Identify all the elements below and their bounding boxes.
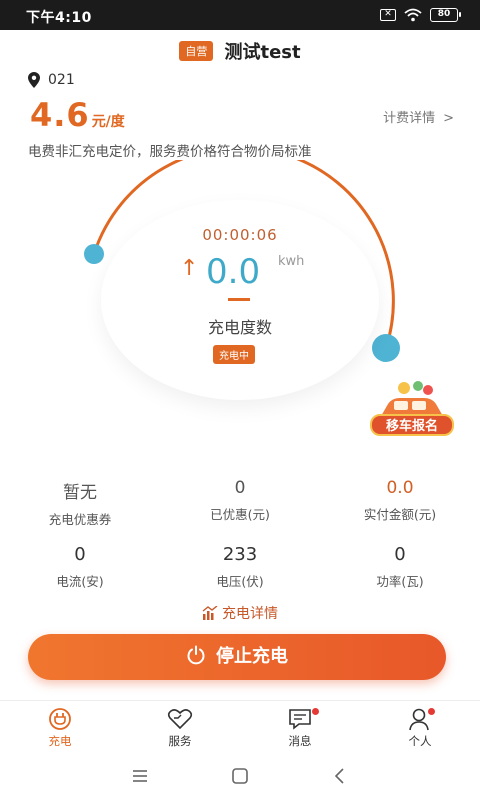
bottom-nav: 充电 服务 消息 个人	[0, 700, 480, 752]
stat-label: 电流(安)	[56, 574, 104, 589]
kwh-unit: kwh	[278, 254, 305, 269]
station-title: 测试test	[224, 42, 301, 63]
stat-value: 0	[394, 544, 406, 565]
system-nav-bar	[0, 752, 480, 800]
price: 4.6 元/度	[30, 96, 125, 134]
notification-x-icon: ✕	[380, 9, 396, 21]
stat-value: 0	[234, 478, 246, 498]
nav-label: 服务	[168, 734, 192, 748]
gauge-end-dot	[372, 334, 400, 362]
charging-details-label: 充电详情	[222, 606, 278, 622]
fee-detail-label: 计费详情	[383, 111, 436, 126]
nav-item-service[interactable]: 服务	[120, 701, 240, 752]
service-icon	[167, 709, 193, 730]
stat-label: 充电优惠券	[48, 512, 112, 527]
stop-charging-button[interactable]: 停止充电	[28, 634, 446, 680]
stats-row-billing: 暂无 充电优惠券 0 已优惠(元) 0.0 实付金额(元)	[0, 478, 480, 528]
wifi-icon	[404, 8, 422, 22]
arrow-up-icon: ↑	[180, 256, 199, 281]
move-car-signup-button[interactable]: 移车报名	[370, 414, 454, 436]
location-pin-icon	[28, 72, 40, 88]
meter-label: 充电度数	[207, 318, 272, 337]
power-icon	[187, 645, 205, 665]
menu-icon[interactable]	[130, 766, 150, 786]
charging-status-badge: 充电中	[213, 345, 255, 364]
charge-icon	[49, 708, 71, 730]
status-time: 下午4:10	[26, 10, 92, 26]
stat-label: 已优惠(元)	[210, 507, 270, 522]
stat-paid-amount: 0.0 实付金额(元)	[320, 478, 480, 528]
stat-coupon: 暂无 充电优惠券	[0, 478, 160, 528]
nav-item-charge[interactable]: 充电	[0, 701, 120, 752]
nav-item-message[interactable]: 消息	[240, 701, 360, 752]
status-bar: 下午4:10 ✕ 80	[0, 0, 480, 30]
stop-charging-label: 停止充电	[216, 646, 288, 667]
chevron-right-icon: >	[443, 111, 454, 126]
stat-value: 0	[74, 544, 86, 565]
message-icon	[289, 709, 311, 730]
stat-value: 233	[222, 544, 258, 565]
nav-label: 个人	[408, 734, 432, 748]
fee-detail-link[interactable]: 计费详情 >	[383, 107, 454, 126]
stat-value: 暂无	[63, 483, 97, 503]
unread-dot	[312, 708, 319, 715]
price-unit: 元/度	[91, 114, 125, 130]
price-value: 4.6	[30, 96, 90, 134]
stat-label: 电压(伏)	[216, 574, 264, 589]
stats-row-electrical: 0 电流(安) 233 电压(伏) 0 功率(瓦)	[0, 544, 480, 590]
nav-item-user[interactable]: 个人	[360, 701, 480, 752]
unread-dot	[428, 708, 435, 715]
home-icon[interactable]	[230, 766, 250, 786]
stat-label: 功率(瓦)	[376, 574, 424, 589]
stat-value: 0.0	[386, 478, 414, 498]
back-icon[interactable]	[330, 766, 350, 786]
stat-voltage: 233 电压(伏)	[160, 544, 320, 590]
nav-label: 消息	[288, 734, 312, 748]
kwh-value: 0.0	[206, 252, 261, 292]
chart-icon	[202, 605, 218, 620]
stat-discount: 0 已优惠(元)	[160, 478, 320, 528]
nav-label: 充电	[48, 734, 72, 748]
location-code: 021	[48, 72, 75, 88]
stat-label: 实付金额(元)	[363, 507, 437, 522]
charging-details-link[interactable]: 充电详情	[0, 603, 480, 623]
stat-power: 0 功率(瓦)	[320, 544, 480, 590]
pricing-notice: 电费非汇充电定价，服务费价格符合物价局标准	[28, 144, 312, 160]
station-title-row: 自营 测试test	[0, 38, 480, 64]
status-icons: ✕ 80	[380, 8, 461, 22]
self-operated-tag: 自营	[179, 41, 214, 61]
stat-current: 0 电流(安)	[0, 544, 160, 590]
location: 021	[28, 72, 75, 88]
gauge-start-dot	[84, 244, 104, 264]
meter-divider	[228, 298, 250, 301]
charging-timer: 00:00:06	[202, 226, 278, 244]
battery-icon: 80	[430, 8, 461, 22]
